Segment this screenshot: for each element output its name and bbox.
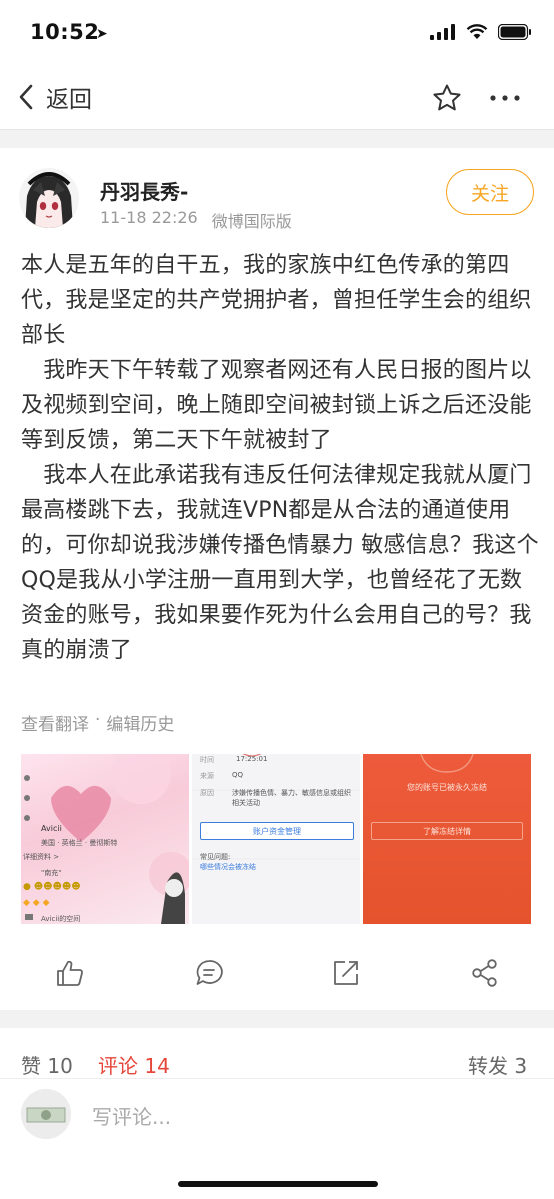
detail-source-value: QQ: [232, 771, 244, 779]
back-button[interactable]: 返回: [18, 80, 92, 114]
post-paragraph: 我昨天下午转载了观察者网还有人民日报的图片以及视频到空间，晚上随即空间被封锁上诉…: [21, 358, 532, 453]
footer-separator: ·: [95, 710, 101, 730]
wifi-icon: [466, 24, 488, 39]
favorite-button[interactable]: [432, 83, 462, 117]
avatar-image: [19, 168, 79, 228]
profile-tag: "南充": [41, 869, 62, 877]
post-source: 微博国际版: [211, 212, 292, 231]
comment-icon: [196, 960, 223, 985]
frozen-detail-label: 了解冻结详情: [423, 826, 471, 836]
translate-link[interactable]: 查看翻译: [21, 710, 89, 735]
tab-reposts[interactable]: 转发 3: [468, 1050, 527, 1079]
follow-button[interactable]: 关注: [446, 169, 534, 215]
detail-reason-label: 原因: [200, 789, 214, 797]
post-content: 本人是五年的自干五，我的家族中红色传承的第四代，我是坚定的共产党拥护者，曾担任学…: [21, 248, 539, 668]
back-label: 返回: [46, 87, 92, 113]
more-button[interactable]: [488, 83, 522, 117]
frozen-message: 您的账号已被永久冻结: [407, 783, 487, 792]
status-bar: 10:52 ➤: [0, 0, 554, 66]
frozen-detail-button: 了解冻结详情: [371, 822, 523, 840]
divider: [0, 130, 554, 148]
edit-history-link[interactable]: 编辑历史: [106, 710, 174, 735]
chevron-left-icon: [19, 84, 33, 110]
post-footer-links: 查看翻译 · 编辑历史: [21, 710, 174, 735]
detail-time-label: 时间: [200, 756, 214, 764]
detail-time-value: 17:25:01: [236, 755, 268, 763]
post-card: 丹羽長秀- 11-18 22:26 微博国际版 关注 本人是五年的自干五，我的家…: [0, 148, 554, 1010]
post-image-ban-detail[interactable]: 时间 17:25:01 来源 QQ 原因 涉嫌传播色情、暴力、敏感信息或组织相关…: [192, 754, 360, 924]
like-button[interactable]: [55, 958, 85, 992]
tab-likes[interactable]: 赞 10: [21, 1050, 73, 1079]
faq-label: 常见问题:: [200, 853, 231, 861]
detail-source-label: 来源: [200, 772, 214, 780]
comment-input[interactable]: 写评论...: [92, 1101, 171, 1130]
profile-location: 美国 · 英格兰 · 曼彻斯特: [41, 839, 118, 847]
thumbs-up-icon: [57, 960, 83, 986]
faq-link: 哪些情况会被冻结: [200, 863, 256, 871]
post-paragraph: 本人是五年的自干五，我的家族中红色传承的第四代，我是坚定的共产党拥护者，曾担任学…: [21, 253, 532, 348]
comment-button[interactable]: [194, 958, 224, 992]
battery-icon: [498, 24, 531, 40]
more-icon: [490, 95, 520, 101]
location-arrow-icon: ➤: [96, 26, 108, 42]
my-avatar: [21, 1089, 71, 1139]
post-meta: 11-18 22:26 微博国际版: [100, 208, 292, 232]
post-timestamp: 11-18 22:26: [100, 208, 198, 227]
badges-icon: ● ☻☻☻☻☻: [23, 882, 81, 892]
vip-badges-icon: ◆ ◆ ◆: [23, 898, 50, 908]
avatar[interactable]: [19, 168, 79, 228]
profile-space-link: Avicii的空间: [41, 915, 81, 923]
post-paragraph: 我本人在此承诺我有违反任何法律规定我就从厦门最高楼跳下去，我就连VPN都是从合法…: [21, 463, 539, 663]
post-image-frozen-notice[interactable]: 您的账号已被永久冻结 了解冻结详情: [363, 754, 531, 924]
profile-name: Avicii: [41, 824, 62, 833]
fund-management-label: 账户资金管理: [253, 826, 301, 836]
tab-comments[interactable]: 评论 14: [98, 1050, 170, 1079]
star-icon: [433, 84, 461, 111]
clock: 10:52: [30, 20, 100, 44]
engagement-tabs: 赞 10 评论 14 转发 3: [0, 1040, 554, 1080]
repost-icon: [334, 961, 358, 985]
repost-button[interactable]: [331, 958, 361, 992]
action-bar: [0, 948, 554, 1008]
comment-bar: 写评论...: [0, 1078, 554, 1199]
nav-bar: 返回: [0, 66, 554, 130]
image-grid: Avicii 美国 · 英格兰 · 曼彻斯特 详细资料 > "南充" ● ☻☻☻…: [21, 754, 533, 924]
divider: [0, 1010, 554, 1028]
profile-details: 详细资料 >: [23, 853, 60, 861]
post-image-profile[interactable]: Avicii 美国 · 英格兰 · 曼彻斯特 详细资料 > "南充" ● ☻☻☻…: [21, 754, 189, 924]
username[interactable]: 丹羽長秀-: [100, 176, 188, 205]
detail-reason-value: 涉嫌传播色情、暴力、敏感信息或组织相关活动: [232, 789, 351, 807]
home-indicator: [178, 1181, 378, 1187]
share-button[interactable]: [470, 958, 500, 992]
share-icon: [472, 959, 497, 987]
system-indicators: [430, 24, 532, 40]
fund-management-button: 账户资金管理: [200, 822, 354, 840]
signal-icon: [430, 24, 455, 40]
dollar-bill-image: [21, 1089, 71, 1139]
